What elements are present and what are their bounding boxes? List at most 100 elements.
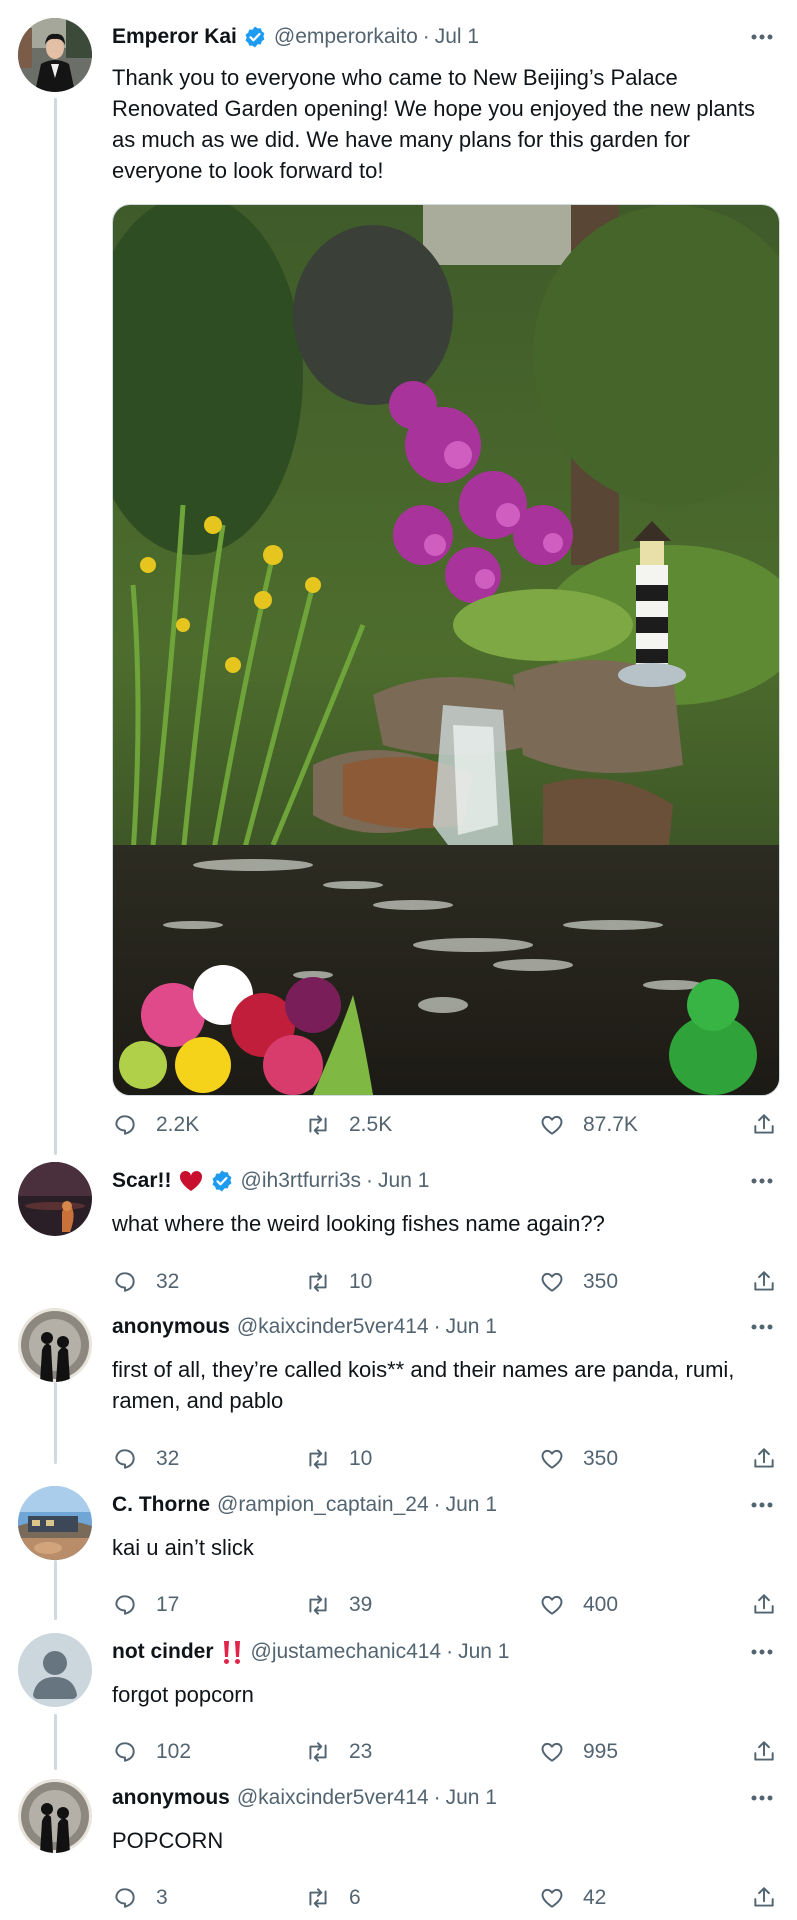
display-name[interactable]: C. Thorne (112, 1493, 210, 1517)
display-name[interactable]: Emperor Kai (112, 25, 237, 49)
share-icon (754, 1594, 774, 1614)
reply-icon (115, 1888, 135, 1908)
tweet-date[interactable]: Jun 1 (446, 1493, 497, 1517)
tweet-text: POPCORN (112, 1828, 224, 1853)
retweet-count: 6 (349, 1886, 361, 1909)
tweet-date[interactable]: Jun 1 (378, 1169, 429, 1193)
thread-line (54, 1714, 57, 1770)
action-bar: 3 6 42 (112, 1883, 777, 1913)
separator-dot: · (446, 1640, 454, 1663)
retweet-count: 23 (349, 1740, 373, 1763)
user-handle[interactable]: @rampion_captain_24 (217, 1493, 429, 1517)
reply-button[interactable]: 32 (112, 1267, 179, 1297)
more-options-icon[interactable] (749, 1785, 775, 1811)
tweet-date[interactable]: Jul 1 (435, 25, 479, 49)
like-button[interactable]: 350 (539, 1267, 618, 1297)
reply-button[interactable]: 102 (112, 1737, 191, 1767)
action-bar: 2.2K 2.5K 87.7K (112, 1110, 777, 1140)
thread-line (54, 1560, 57, 1620)
avatar[interactable] (18, 1162, 92, 1236)
reply-button[interactable]: 32 (112, 1444, 179, 1474)
reply-icon (115, 1115, 135, 1135)
share-button[interactable] (751, 1267, 777, 1297)
user-handle[interactable]: @kaixcinder5ver414 (237, 1786, 429, 1810)
more-options-icon[interactable] (749, 1639, 775, 1665)
double-exclamation-icon (220, 1639, 244, 1665)
like-count: 350 (583, 1270, 619, 1293)
user-handle[interactable]: @ih3rtfurri3s (241, 1169, 362, 1193)
user-handle[interactable]: @emperorkaito (274, 25, 418, 49)
reply-button[interactable]: 17 (112, 1590, 179, 1620)
avatar[interactable] (18, 1308, 92, 1382)
share-button[interactable] (751, 1444, 777, 1474)
share-button[interactable] (751, 1737, 777, 1767)
like-button[interactable]: 42 (539, 1883, 606, 1913)
tweet-header: Scar!! @ih3rtfurri3s · Jun 1 (112, 1166, 737, 1196)
separator-dot: · (433, 1315, 441, 1338)
like-button[interactable]: 87.7K (539, 1110, 638, 1140)
more-options-icon[interactable] (749, 1492, 775, 1518)
retweet-button[interactable]: 2.5K (305, 1110, 392, 1140)
reply-icon (115, 1449, 135, 1469)
retweet-count: 10 (349, 1270, 373, 1293)
reply-count: 17 (156, 1593, 180, 1616)
reply-icon (115, 1272, 135, 1292)
reply-count: 32 (156, 1447, 180, 1470)
avatar[interactable] (18, 1779, 92, 1853)
tweet-image[interactable] (112, 204, 780, 1096)
reply-button[interactable]: 2.2K (112, 1110, 199, 1140)
display-name[interactable]: anonymous (112, 1786, 230, 1810)
like-button[interactable]: 995 (539, 1737, 618, 1767)
separator-dot: · (422, 25, 430, 48)
more-options-icon[interactable] (749, 1168, 775, 1194)
garden-waterfall-photo (113, 205, 779, 1095)
like-count: 350 (583, 1447, 619, 1470)
tweet-date[interactable]: Jun 1 (446, 1786, 497, 1810)
tweet-header: C. Thorne @rampion_captain_24 · Jun 1 (112, 1490, 737, 1520)
separator-dot: · (433, 1786, 441, 1809)
retweet-button[interactable]: 39 (305, 1590, 372, 1620)
share-icon (754, 1448, 774, 1468)
like-count: 995 (583, 1740, 619, 1763)
verified-badge-icon (243, 25, 267, 49)
retweet-button[interactable]: 10 (305, 1444, 372, 1474)
tweet-text: what where the weird looking fishes name… (112, 1211, 605, 1236)
more-options-icon[interactable] (749, 24, 775, 50)
more-options-icon[interactable] (749, 1314, 775, 1340)
share-icon (754, 1271, 774, 1291)
share-button[interactable] (751, 1590, 777, 1620)
tweet-text: forgot popcorn (112, 1682, 254, 1707)
share-button[interactable] (751, 1883, 777, 1913)
action-bar: 102 23 995 (112, 1737, 777, 1767)
retweet-icon (309, 1272, 327, 1292)
heart-emoji-icon (178, 1169, 204, 1193)
user-handle[interactable]: @justamechanic414 (251, 1640, 442, 1664)
retweet-button[interactable]: 6 (305, 1883, 361, 1913)
retweet-count: 39 (349, 1593, 373, 1616)
like-count: 400 (583, 1593, 619, 1616)
like-button[interactable]: 400 (539, 1590, 618, 1620)
avatar[interactable] (18, 1486, 92, 1560)
avatar[interactable] (18, 1633, 92, 1707)
reply-button[interactable]: 3 (112, 1883, 168, 1913)
reply-count: 2.2K (156, 1113, 200, 1136)
avatar[interactable] (18, 18, 92, 92)
share-button[interactable] (751, 1110, 777, 1140)
share-icon (754, 1114, 774, 1134)
retweet-icon (309, 1449, 327, 1469)
retweet-button[interactable]: 10 (305, 1267, 372, 1297)
tweet-date[interactable]: Jun 1 (458, 1640, 509, 1664)
retweet-button[interactable]: 23 (305, 1737, 372, 1767)
action-bar: 32 10 350 (112, 1267, 777, 1297)
tweet-date[interactable]: Jun 1 (446, 1315, 497, 1339)
retweet-icon (309, 1115, 327, 1135)
retweet-count: 10 (349, 1447, 373, 1470)
like-button[interactable]: 350 (539, 1444, 618, 1474)
display-name[interactable]: anonymous (112, 1315, 230, 1339)
display-name[interactable]: Scar!! (112, 1169, 172, 1193)
user-handle[interactable]: @kaixcinder5ver414 (237, 1315, 429, 1339)
share-icon (754, 1741, 774, 1761)
tweet-text: Thank you to everyone who came to New Be… (112, 65, 755, 183)
display-name[interactable]: not cinder (112, 1640, 214, 1664)
tweet-header: anonymous @kaixcinder5ver414 · Jun 1 (112, 1783, 737, 1813)
